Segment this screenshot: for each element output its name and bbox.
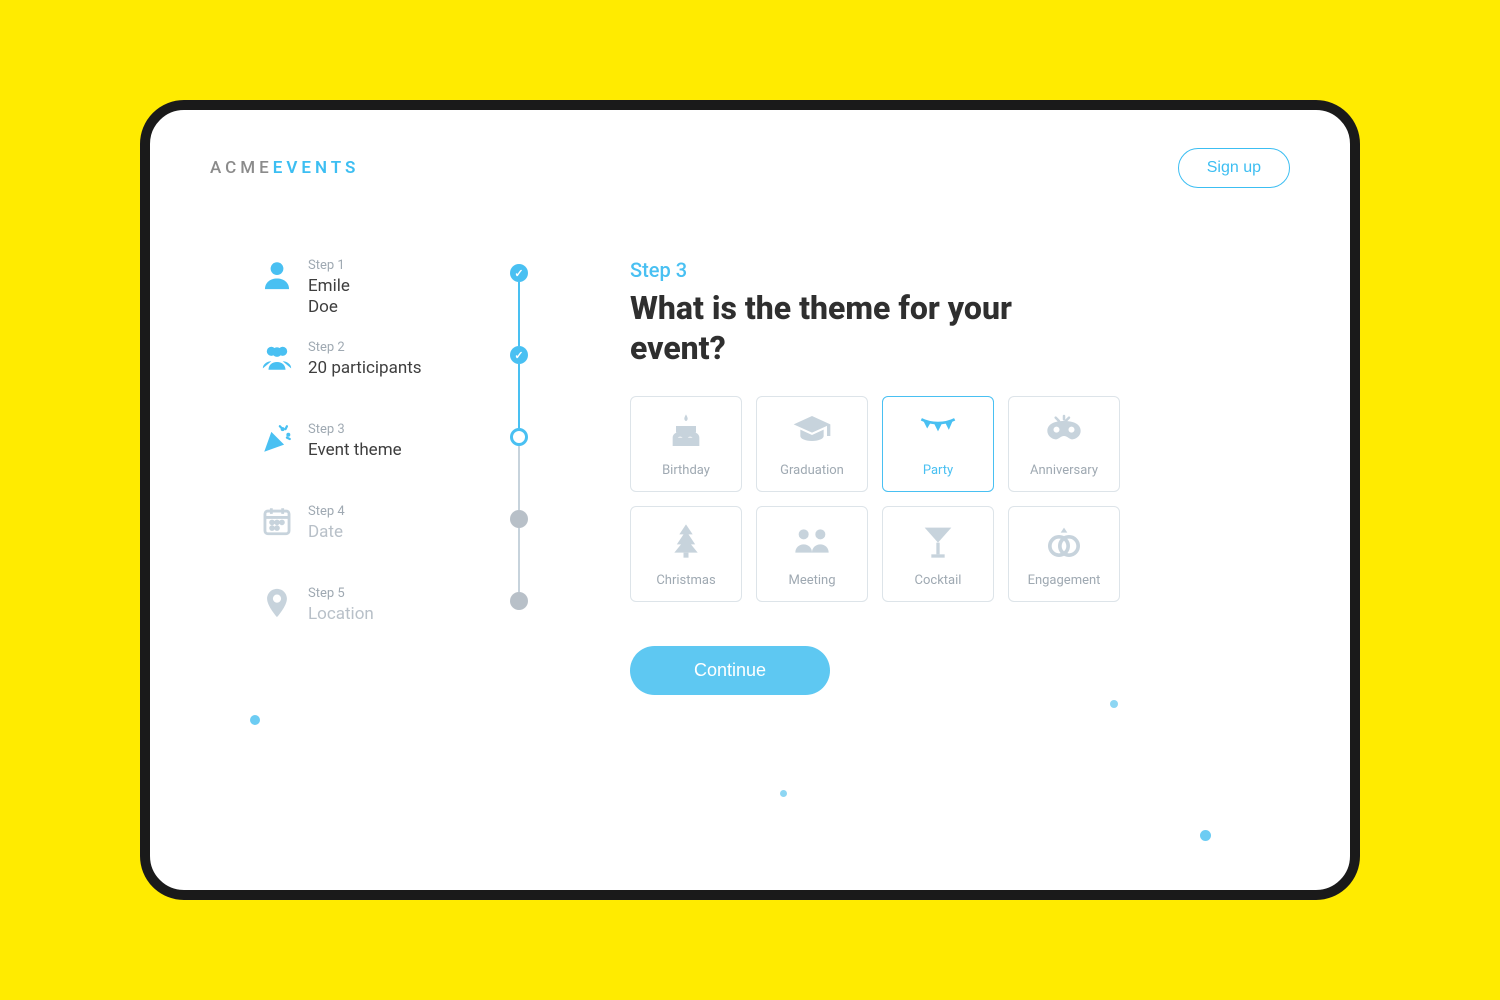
step-track bbox=[518, 528, 520, 592]
pin-icon bbox=[260, 586, 294, 620]
theme-label: Meeting bbox=[788, 573, 835, 588]
step-dot-inactive bbox=[510, 592, 528, 610]
decorative-dot bbox=[780, 790, 787, 797]
step-value: Event theme bbox=[308, 440, 402, 461]
step-4[interactable]: Step 4 Date bbox=[260, 504, 590, 586]
flags-icon bbox=[918, 411, 958, 455]
graduation-icon bbox=[792, 411, 832, 455]
step-dot-complete: ✓ bbox=[510, 346, 528, 364]
signup-button[interactable]: Sign up bbox=[1178, 148, 1290, 188]
step-text: Step 5 Location bbox=[308, 586, 374, 625]
step-2[interactable]: Step 2 20 participants ✓ bbox=[260, 340, 590, 422]
theme-graduation[interactable]: Graduation bbox=[756, 396, 868, 492]
step-3[interactable]: Step 3 Event theme bbox=[260, 422, 590, 504]
step-dot-complete: ✓ bbox=[510, 264, 528, 282]
mask-icon bbox=[1044, 411, 1084, 455]
step-value: Location bbox=[308, 604, 374, 625]
group-icon bbox=[260, 340, 294, 374]
main-panel: Step 3 What is the theme for your event?… bbox=[590, 258, 1210, 695]
step-dot-inactive bbox=[510, 510, 528, 528]
step-dot-current bbox=[510, 428, 528, 446]
calendar-icon bbox=[260, 504, 294, 538]
theme-label: Birthday bbox=[662, 463, 710, 478]
theme-label: Engagement bbox=[1028, 573, 1101, 588]
theme-birthday[interactable]: Birthday bbox=[630, 396, 742, 492]
cocktail-icon bbox=[918, 521, 958, 565]
meeting-icon bbox=[792, 521, 832, 565]
current-step-indicator: Step 3 bbox=[630, 258, 1210, 282]
step-label: Step 1 bbox=[308, 258, 350, 274]
user-icon bbox=[260, 258, 294, 292]
theme-cocktail[interactable]: Cocktail bbox=[882, 506, 994, 602]
brand-part1: ACME bbox=[210, 158, 273, 178]
theme-label: Party bbox=[923, 463, 953, 478]
theme-label: Christmas bbox=[656, 573, 715, 588]
content: Step 1 EmileDoe ✓ Step 2 20 participants… bbox=[210, 258, 1290, 695]
step-value: Date bbox=[308, 522, 345, 543]
tree-icon bbox=[666, 521, 706, 565]
step-label: Step 5 bbox=[308, 586, 374, 602]
decorative-dot bbox=[1110, 700, 1118, 708]
step-label: Step 3 bbox=[308, 422, 402, 438]
theme-grid: Birthday Graduation Party bbox=[630, 396, 1210, 602]
brand-part2: EVENTS bbox=[273, 158, 360, 178]
theme-label: Graduation bbox=[780, 463, 844, 478]
theme-christmas[interactable]: Christmas bbox=[630, 506, 742, 602]
decorative-dot bbox=[250, 715, 260, 725]
party-popper-icon bbox=[260, 422, 294, 456]
rings-icon bbox=[1044, 521, 1084, 565]
header: ACMEEVENTS Sign up bbox=[210, 148, 1290, 188]
theme-meeting[interactable]: Meeting bbox=[756, 506, 868, 602]
step-value: EmileDoe bbox=[308, 276, 350, 319]
theme-label: Anniversary bbox=[1030, 463, 1098, 478]
question-heading: What is the theme for your event? bbox=[630, 288, 1060, 368]
step-text: Step 2 20 participants bbox=[308, 340, 422, 379]
step-value: 20 participants bbox=[308, 358, 422, 379]
step-text: Step 3 Event theme bbox=[308, 422, 402, 461]
step-track bbox=[518, 282, 520, 346]
step-label: Step 4 bbox=[308, 504, 345, 520]
step-track bbox=[518, 446, 520, 510]
decorative-dot bbox=[1200, 830, 1211, 841]
app-screen: ACMEEVENTS Sign up Step 1 EmileDoe ✓ bbox=[150, 110, 1350, 890]
step-1[interactable]: Step 1 EmileDoe ✓ bbox=[260, 258, 590, 340]
theme-label: Cocktail bbox=[915, 573, 962, 588]
theme-anniversary[interactable]: Anniversary bbox=[1008, 396, 1120, 492]
device-frame: ACMEEVENTS Sign up Step 1 EmileDoe ✓ bbox=[140, 100, 1360, 900]
step-text: Step 4 Date bbox=[308, 504, 345, 543]
theme-party[interactable]: Party bbox=[882, 396, 994, 492]
cake-icon bbox=[666, 411, 706, 455]
continue-button[interactable]: Continue bbox=[630, 646, 830, 695]
step-track bbox=[518, 364, 520, 428]
brand-logo: ACMEEVENTS bbox=[210, 158, 359, 178]
step-label: Step 2 bbox=[308, 340, 422, 356]
theme-engagement[interactable]: Engagement bbox=[1008, 506, 1120, 602]
step-text: Step 1 EmileDoe bbox=[308, 258, 350, 318]
wizard-stepper: Step 1 EmileDoe ✓ Step 2 20 participants… bbox=[210, 258, 590, 695]
step-5[interactable]: Step 5 Location bbox=[260, 586, 590, 668]
